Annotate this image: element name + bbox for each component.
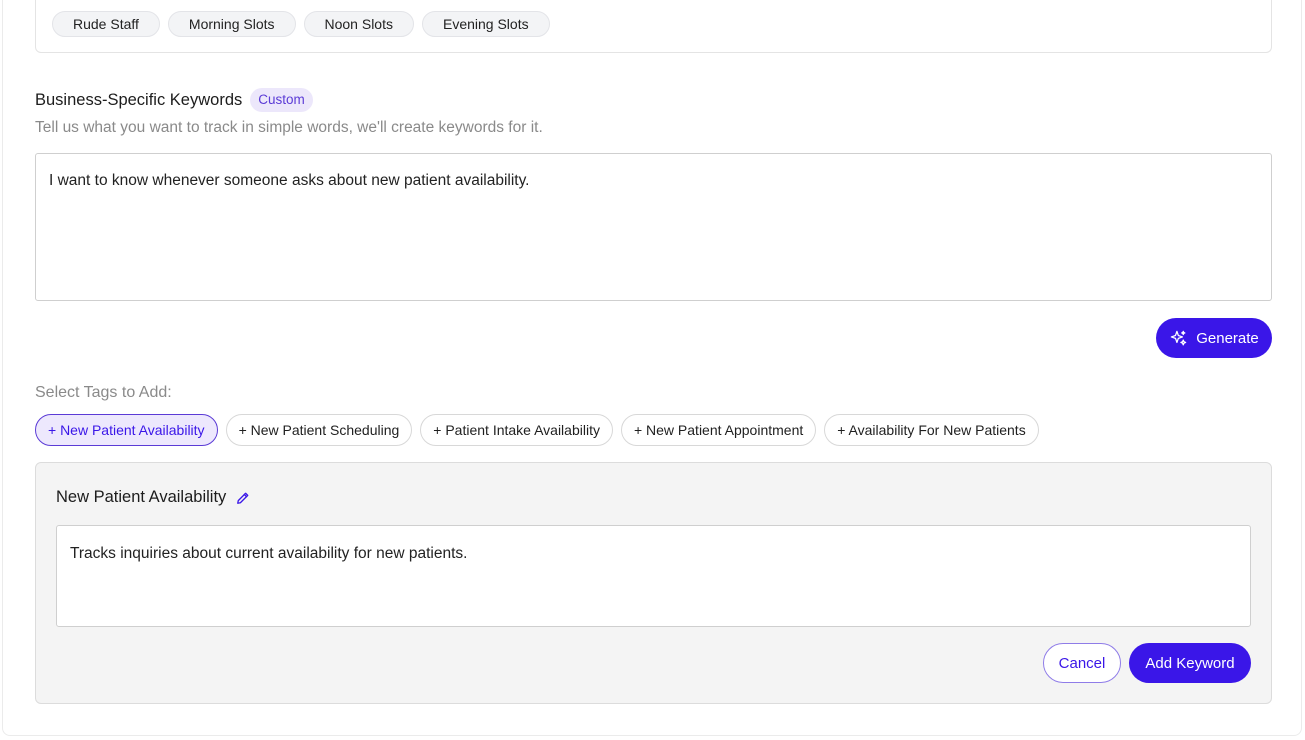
edit-pencil-icon[interactable] bbox=[236, 491, 250, 505]
cancel-button[interactable]: Cancel bbox=[1043, 643, 1121, 683]
suggested-tags-row: + New Patient Availability + New Patient… bbox=[35, 414, 1039, 446]
tag-new-patient-appointment[interactable]: + New Patient Appointment bbox=[620, 414, 817, 446]
keyword-detail-header: New Patient Availability bbox=[56, 488, 250, 507]
keyword-chip-morning-slots[interactable]: Morning Slots bbox=[167, 11, 296, 37]
keyword-description-input[interactable]: Tracks inquiries about current availabil… bbox=[56, 525, 1251, 627]
keyword-chip-rude-staff[interactable]: Rude Staff bbox=[52, 11, 160, 37]
add-keyword-button[interactable]: Add Keyword bbox=[1129, 643, 1251, 683]
tag-new-patient-availability[interactable]: + New Patient Availability bbox=[35, 414, 218, 446]
tag-patient-intake-availability[interactable]: + Patient Intake Availability bbox=[420, 414, 613, 446]
predefined-keywords-card: Rude Staff Morning Slots Noon Slots Even… bbox=[35, 0, 1272, 53]
sparkle-icon bbox=[1170, 330, 1187, 345]
tag-new-patient-scheduling[interactable]: + New Patient Scheduling bbox=[225, 414, 413, 446]
section-subtitle: Tell us what you want to track in simple… bbox=[35, 119, 543, 136]
keyword-title: New Patient Availability bbox=[56, 488, 227, 506]
select-tags-label: Select Tags to Add: bbox=[35, 384, 172, 401]
keyword-detail-card: New Patient Availability Tracks inquirie… bbox=[35, 462, 1272, 704]
custom-badge: Custom bbox=[250, 88, 313, 112]
tag-availability-for-new-patients[interactable]: + Availability For New Patients bbox=[824, 414, 1039, 446]
generate-label: Generate bbox=[1196, 329, 1259, 347]
generate-button[interactable]: Generate bbox=[1156, 318, 1272, 358]
page-container: Rude Staff Morning Slots Noon Slots Even… bbox=[2, 0, 1302, 736]
keyword-chip-evening-slots[interactable]: Evening Slots bbox=[421, 11, 550, 37]
business-keywords-header: Business-Specific Keywords Custom bbox=[35, 88, 313, 112]
section-title: Business-Specific Keywords bbox=[35, 90, 243, 109]
keyword-chip-noon-slots[interactable]: Noon Slots bbox=[303, 11, 414, 37]
keyword-chip-row: Rude Staff Morning Slots Noon Slots Even… bbox=[52, 11, 550, 37]
tracking-description-input[interactable]: I want to know whenever someone asks abo… bbox=[35, 153, 1272, 301]
